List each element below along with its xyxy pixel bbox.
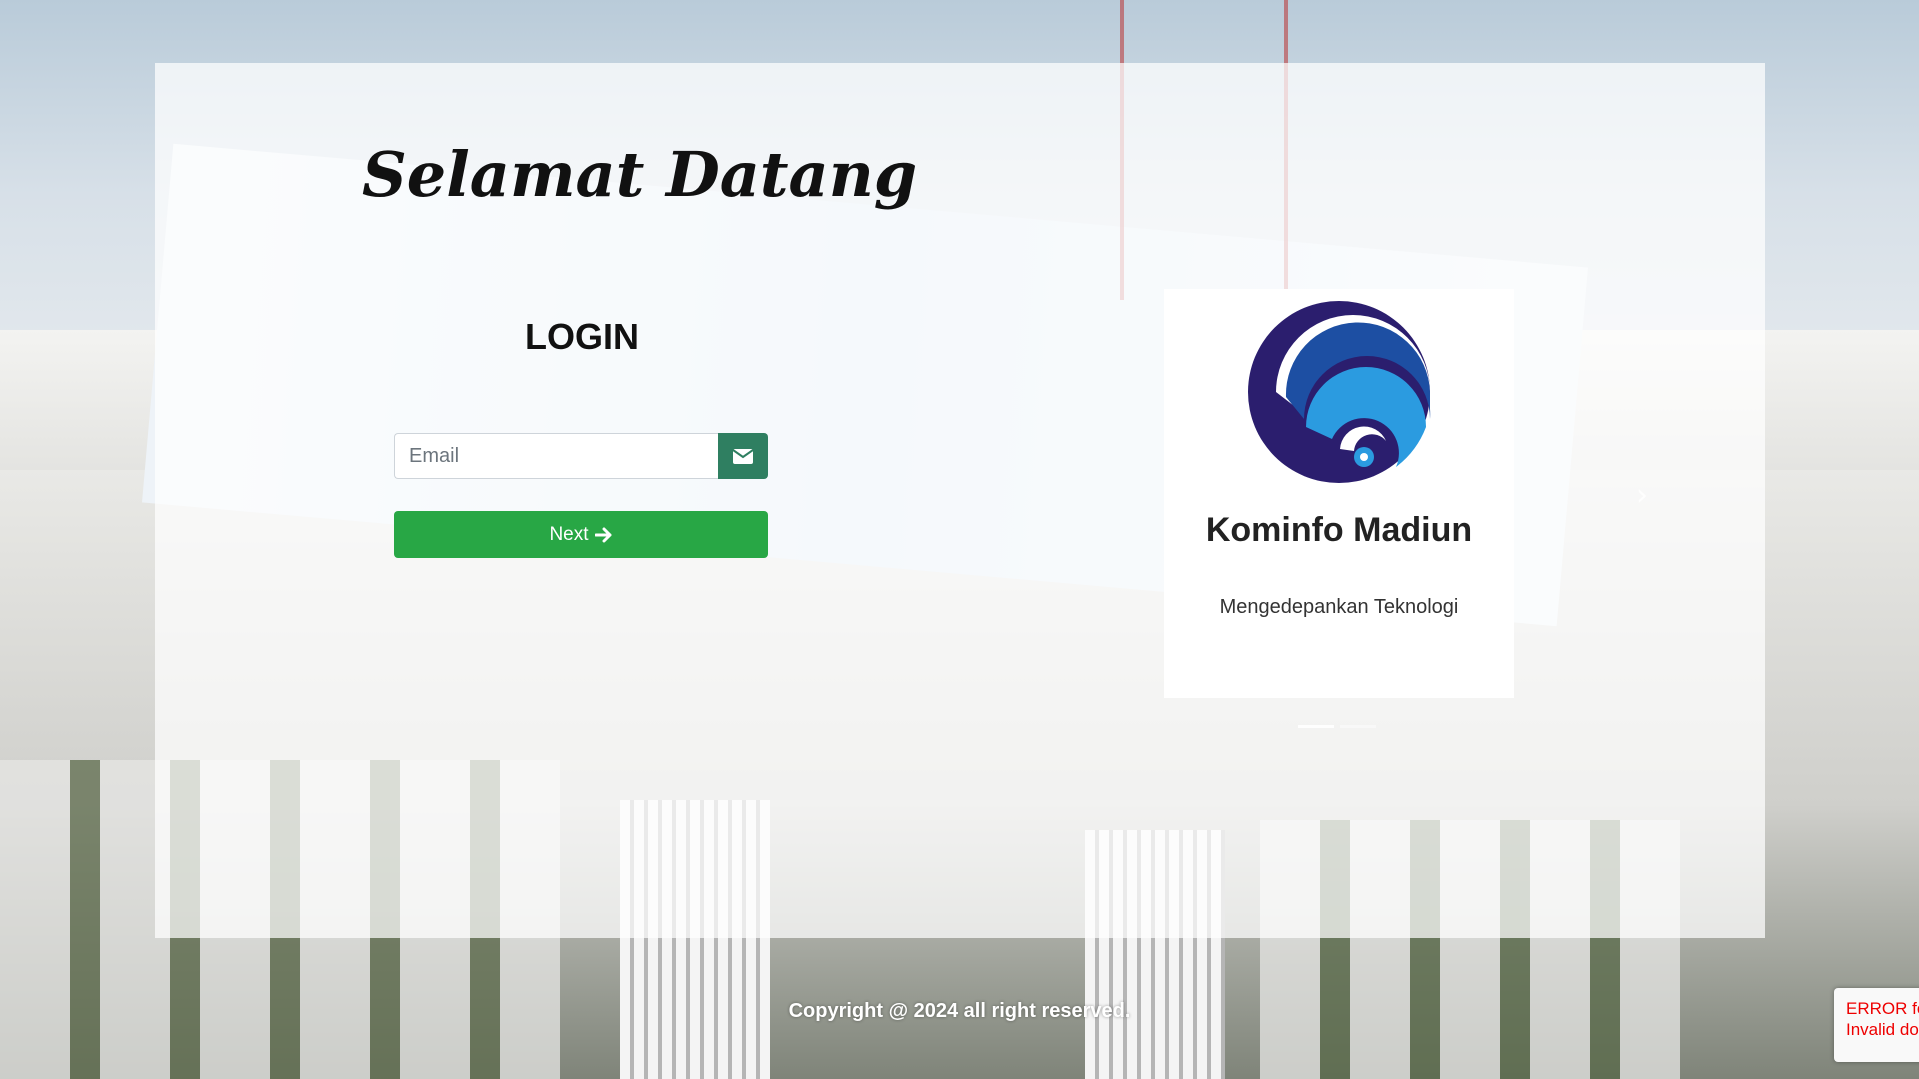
carousel-indicator-1[interactable] xyxy=(1298,725,1334,728)
email-input-group xyxy=(394,433,768,479)
next-button-label: Next xyxy=(549,523,589,545)
copyright-text: Copyright @ 2024 all right reserved. xyxy=(788,1000,1131,1022)
envelope-icon xyxy=(733,448,753,464)
recaptcha-badge[interactable]: ERROR fo Invalid do xyxy=(1834,988,1919,1062)
kominfo-logo xyxy=(1248,301,1431,483)
next-button[interactable]: Next xyxy=(394,511,768,558)
recaptcha-error-line-1: ERROR fo xyxy=(1846,999,1919,1018)
card-subtitle: Mengedepankan Teknologi xyxy=(1219,596,1459,618)
carousel-indicators xyxy=(1298,725,1376,728)
carousel-indicator-2[interactable] xyxy=(1340,725,1376,728)
arrow-right-icon xyxy=(594,527,612,542)
login-title: LOGIN xyxy=(525,316,639,357)
welcome-heading: Selamat Datang xyxy=(362,138,918,211)
card-title: Kominfo Madiun xyxy=(1205,511,1473,549)
info-card: Kominfo Madiun Mengedepankan Teknologi xyxy=(1164,289,1514,698)
recaptcha-error-line-2: Invalid do xyxy=(1846,1020,1919,1039)
email-addon xyxy=(718,433,768,479)
chevron-right-icon[interactable]: › xyxy=(1636,478,1660,513)
email-input[interactable] xyxy=(394,433,718,479)
